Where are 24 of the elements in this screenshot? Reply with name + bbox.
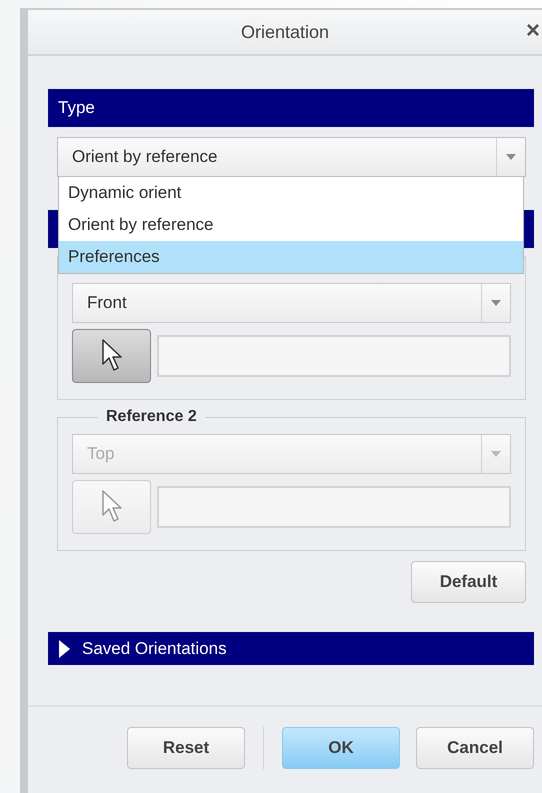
pointer-icon [100,490,122,524]
close-button[interactable]: × [526,19,540,43]
dialog-button[interactable]: Reset [127,727,245,769]
caret-icon [491,451,501,457]
window-title: Orientation [240,22,330,42]
default-button[interactable]: Default [411,561,526,603]
section-header[interactable]: Saved Orientations [48,632,534,665]
reference-field[interactable] [157,486,511,528]
caret-icon [491,300,501,306]
select-button[interactable] [72,329,151,383]
caret-icon [506,154,516,160]
dropdown-option[interactable]: Preferences [59,241,523,273]
section-title: Saved Orientations [82,638,227,658]
expand-icon [58,640,70,658]
reference-dropdown[interactable]: Front [72,283,511,323]
dropdown-option[interactable]: Orient by reference [59,209,523,241]
dialog-button[interactable]: OK [282,727,400,769]
type-dropdown[interactable]: Orient by reference [57,137,526,177]
reference-field[interactable] [157,335,511,377]
pointer-icon [100,339,122,373]
dialog-button[interactable]: Cancel [416,727,534,769]
dropdown-option[interactable]: Dynamic orient [59,177,523,209]
section-header: Type [48,89,534,127]
group-label: Reference 2 [105,408,198,426]
